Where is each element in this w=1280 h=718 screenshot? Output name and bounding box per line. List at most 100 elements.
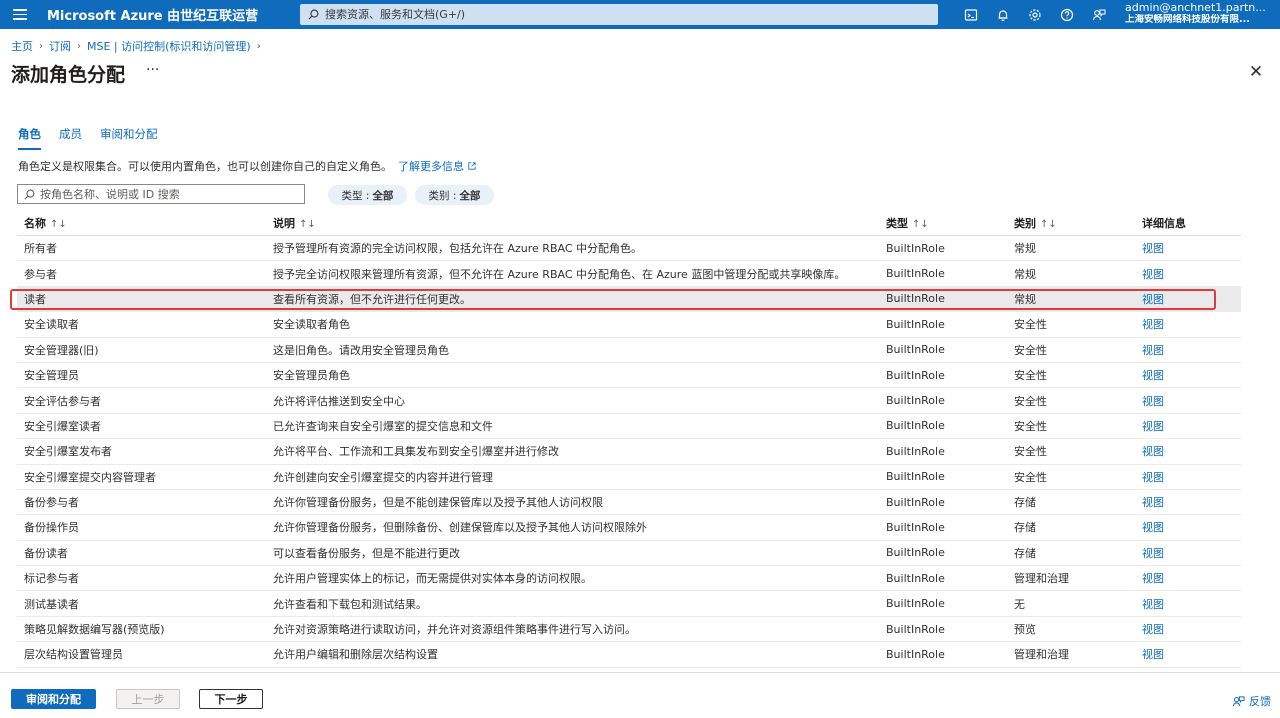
role-details-cell: 视图 (1135, 240, 1241, 256)
role-category: 安全性 (1014, 369, 1047, 383)
table-row[interactable]: 备份操作员 允许你管理备份服务，但删除备份、创建保管库以及授予其他人访问权限除外 B… (17, 515, 1241, 541)
column-header-type[interactable]: 类型 ↑↓ (879, 215, 1007, 231)
table-row[interactable]: 读者 查看所有资源，但不允许进行任何更改。 BuiltInRole 常规 视图 (17, 286, 1241, 313)
breadcrumb-home[interactable]: 主页 (11, 38, 33, 54)
table-row[interactable]: 测试基读者 允许查看和下载包和测试结果。 BuiltInRole 无 视图 (17, 591, 1241, 617)
role-type: BuiltInRole (886, 394, 945, 408)
view-details-link[interactable]: 视图 (1142, 369, 1164, 382)
role-description-cell: 可以查看备份服务，但是不能进行更改 (273, 546, 460, 560)
category-filter-pill[interactable]: 类别 : 全部 (415, 185, 494, 205)
view-details-link[interactable]: 视图 (1142, 242, 1164, 255)
view-details-link[interactable]: 视图 (1142, 648, 1164, 661)
previous-button[interactable]: 上一步 (116, 689, 180, 709)
table-row[interactable]: 安全读取者 安全读取者角色 BuiltInRole 安全性 视图 (17, 312, 1241, 338)
sort-icon[interactable]: ↑↓ (50, 219, 67, 230)
table-row[interactable]: 标记参与者 允许用户管理实体上的标记，而无需提供对实体本身的访问权限。 BuiltI… (17, 566, 1241, 592)
table-row[interactable]: 安全管理员 安全管理员角色 BuiltInRole 安全性 视图 (17, 363, 1241, 389)
feedback-icon[interactable] (1083, 0, 1115, 29)
sort-icon[interactable]: ↑↓ (912, 219, 929, 230)
table-row[interactable]: 层次结构设置管理员 允许用户编辑和删除层次结构设置 BuiltInRole 管理和治理… (17, 642, 1241, 668)
tab-role[interactable]: 角色 (18, 126, 41, 150)
close-button[interactable]: ✕ (1246, 62, 1266, 82)
table-row[interactable]: 策略见解数据编写器(预览版) 允许对资源策略进行读取访问，并允许对资源组件策略事件… (17, 617, 1241, 643)
view-details-link[interactable]: 视图 (1142, 547, 1164, 560)
global-search[interactable] (300, 4, 938, 25)
role-name: 安全引爆室读者 (24, 419, 101, 433)
view-details-link[interactable]: 视图 (1142, 598, 1164, 611)
view-details-link[interactable]: 视图 (1142, 496, 1164, 509)
more-options-icon[interactable]: ··· (146, 62, 159, 78)
role-type: BuiltInRole (886, 241, 945, 255)
help-icon[interactable] (1051, 0, 1083, 29)
view-details-link[interactable]: 视图 (1142, 445, 1164, 458)
role-details-cell: 视图 (1135, 646, 1241, 662)
role-name: 测试基读者 (24, 597, 79, 611)
column-header-details: 详细信息 (1142, 216, 1186, 230)
brand-title[interactable]: Microsoft Azure 由世纪互联运营 (47, 5, 258, 24)
view-details-link[interactable]: 视图 (1142, 420, 1164, 433)
table-header: 名称 ↑↓ 说明 ↑↓ 类型 ↑↓ 类别 ↑↓ 详细信息 (17, 210, 1241, 236)
cloud-shell-icon[interactable] (955, 0, 987, 29)
view-details-link[interactable]: 视图 (1142, 521, 1164, 534)
breadcrumb-access-control[interactable]: MSE | 访问控制(标识和访问管理) (87, 38, 251, 54)
global-search-input[interactable] (325, 8, 925, 21)
table-row[interactable]: 安全引爆室读者 已允许查询来自安全引爆室的提交信息和文件 BuiltInRole 安全… (17, 414, 1241, 440)
table-row[interactable]: 所有者 授予管理所有资源的完全访问权限，包括允许在 Azure RBAC 中分配角… (17, 236, 1241, 262)
role-category: 安全性 (1014, 445, 1047, 459)
bell-icon[interactable] (987, 0, 1019, 29)
sort-icon[interactable]: ↑↓ (299, 219, 316, 230)
view-details-link[interactable]: 视图 (1142, 395, 1164, 408)
account-org: 上海安畅网络科技股份有限... (1125, 14, 1250, 25)
type-filter-pill[interactable]: 类型 : 全部 (328, 185, 407, 205)
role-name: 读者 (24, 292, 46, 306)
role-name: 安全引爆室提交内容管理者 (24, 470, 156, 484)
role-description-cell: 安全管理员角色 (273, 369, 350, 383)
feedback-link[interactable]: 反馈 (1232, 693, 1271, 709)
column-header-category[interactable]: 类别 ↑↓ (1007, 215, 1135, 231)
role-description-cell: 允许你管理备份服务，但删除备份、创建保管库以及授予其他人访问权限除外 (273, 521, 647, 535)
role-details-cell: 视图 (1135, 266, 1241, 282)
learn-more-link[interactable]: 了解更多信息 (398, 160, 476, 173)
view-details-link[interactable]: 视图 (1142, 318, 1164, 331)
account-menu[interactable]: admin@anchnet1.partn... 上海安畅网络科技股份有限... (1125, 2, 1275, 26)
tab-members[interactable]: 成员 (59, 126, 82, 150)
table-row[interactable]: 安全管理器(旧) 这是旧角色。请改用安全管理员角色 BuiltInRole 安全性 视图 (17, 338, 1241, 363)
role-name: 参与者 (24, 267, 57, 281)
view-details-link[interactable]: 视图 (1142, 268, 1164, 281)
next-button[interactable]: 下一步 (199, 689, 263, 709)
sort-icon[interactable]: ↑↓ (1040, 219, 1057, 230)
view-details-link[interactable]: 视图 (1142, 623, 1164, 636)
review-assign-button[interactable]: 审阅和分配 (11, 689, 96, 709)
column-header-description[interactable]: 说明 ↑↓ (266, 215, 879, 231)
table-row[interactable]: 备份参与者 允许你管理备份服务，但是不能创建保管库以及授予其他人访问权限 Built… (17, 490, 1241, 516)
role-category: 预览 (1014, 623, 1036, 637)
view-details-link[interactable]: 视图 (1142, 471, 1164, 484)
role-type: BuiltInRole (886, 419, 945, 433)
table-row[interactable]: 安全引爆室发布者 允许将平台、工作流和工具集发布到安全引爆室并进行修改 BuiltI… (17, 439, 1241, 465)
page-title: 添加角色分配 (11, 64, 126, 86)
tab-review-assign[interactable]: 审阅和分配 (100, 126, 158, 150)
role-type: BuiltInRole (886, 520, 945, 534)
role-details-cell: 视图 (1135, 367, 1241, 383)
role-details-cell: 视图 (1135, 443, 1241, 459)
role-category: 安全性 (1014, 394, 1047, 408)
view-details-link[interactable]: 视图 (1142, 572, 1164, 585)
role-search-input[interactable] (40, 187, 300, 201)
table-row[interactable]: 安全引爆室提交内容管理者 允许创建向安全引爆室提交的内容并进行管理 BuiltInR… (17, 465, 1241, 490)
role-description-cell: 允许用户管理实体上的标记，而无需提供对实体本身的访问权限。 (273, 572, 592, 586)
view-details-link[interactable]: 视图 (1142, 344, 1164, 357)
column-header-name[interactable]: 名称 ↑↓ (17, 215, 266, 231)
hamburger-menu-icon[interactable] (0, 0, 40, 29)
role-details-cell: 视图 (1135, 596, 1241, 612)
role-name: 安全读取者 (24, 318, 79, 332)
table-row[interactable]: 安全评估参与者 允许将评估推送到安全中心 BuiltInRole 安全性 视图 (17, 388, 1241, 414)
table-row[interactable]: 备份读者 可以查看备份服务，但是不能进行更改 BuiltInRole 存储 视图 (17, 541, 1241, 567)
breadcrumb-subscriptions[interactable]: 订阅 (49, 38, 71, 54)
table-row[interactable]: 参与者 授予完全访问权限来管理所有资源，但不允许在 Azure RBAC 中分配角… (17, 261, 1241, 287)
role-search[interactable] (17, 184, 305, 204)
role-details-cell: 视图 (1135, 316, 1241, 332)
role-description-cell: 已允许查询来自安全引爆室的提交信息和文件 (273, 419, 493, 433)
gear-icon[interactable] (1019, 0, 1051, 29)
role-details-cell: 视图 (1135, 494, 1241, 510)
view-details-link[interactable]: 视图 (1142, 293, 1164, 306)
